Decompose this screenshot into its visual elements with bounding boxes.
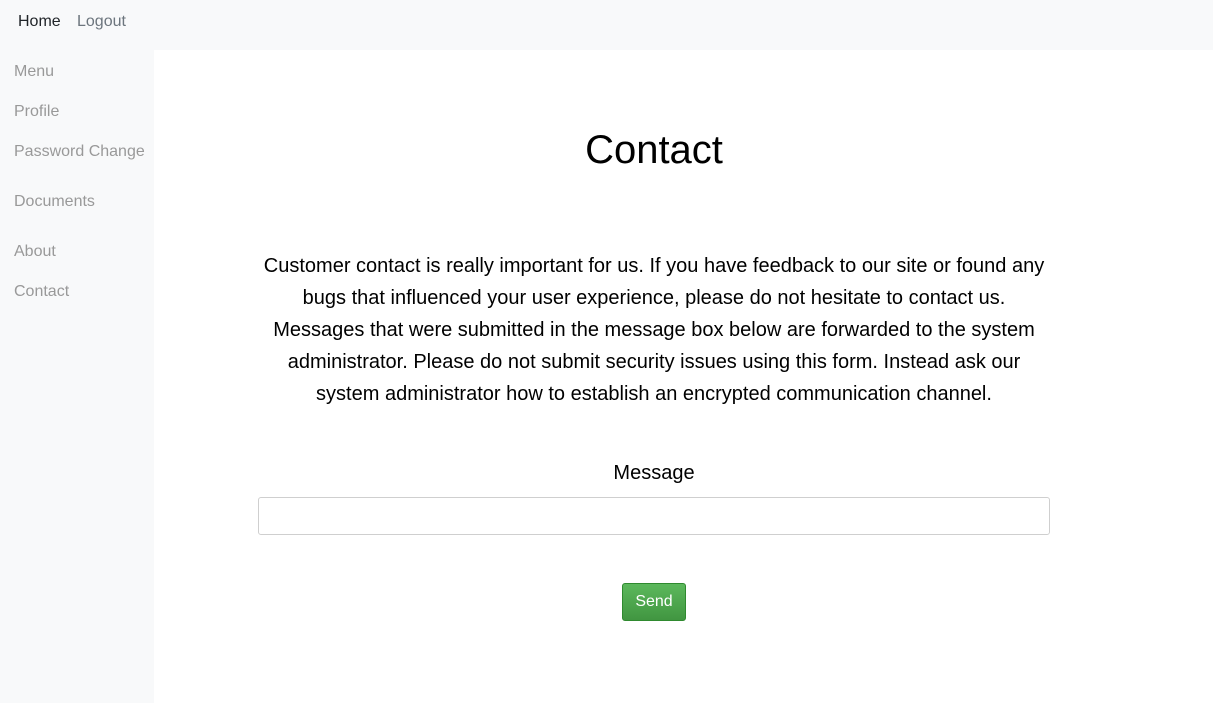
sidebar: Menu Profile Password Change Documents A… — [0, 50, 154, 703]
sidebar-item-password-change[interactable]: Password Change — [14, 143, 145, 161]
page-title: Contact — [585, 128, 723, 172]
nav-logout-link[interactable]: Logout — [77, 13, 126, 31]
sidebar-heading-menu: Menu — [14, 63, 55, 80]
sidebar-item-profile[interactable]: Profile — [14, 103, 59, 121]
main-content: Contact Customer contact is really impor… — [154, 50, 1213, 703]
sidebar-item-about[interactable]: About — [14, 243, 56, 261]
send-button[interactable]: Send — [622, 583, 686, 621]
contact-intro-text: Customer contact is really important for… — [263, 255, 1045, 405]
nav-home-link[interactable]: Home — [18, 13, 61, 31]
message-label: Message — [613, 462, 695, 484]
message-input[interactable] — [258, 497, 1050, 535]
top-navbar: Home Logout — [0, 0, 1213, 50]
sidebar-item-contact[interactable]: Contact — [14, 283, 69, 301]
sidebar-item-documents[interactable]: Documents — [14, 193, 95, 211]
